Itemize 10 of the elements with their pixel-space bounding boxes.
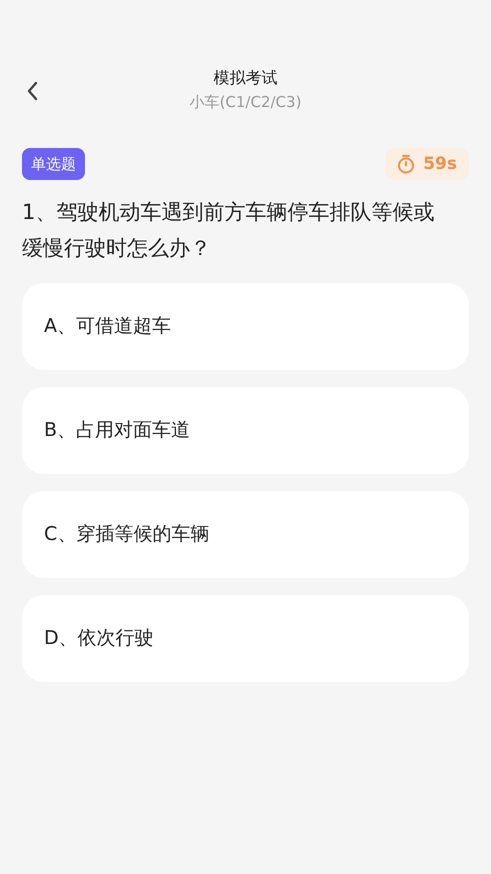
page-subtitle: 小车(C1/C2/C3): [190, 92, 302, 113]
answer-option[interactable]: A、可借道超车: [22, 283, 469, 370]
answer-option[interactable]: B、占用对面车道: [22, 387, 469, 474]
question-type-tag: 单选题: [22, 148, 85, 180]
answer-option[interactable]: D、依次行驶: [22, 595, 469, 682]
page-title: 模拟考试: [214, 67, 278, 89]
question-text: 1、驾驶机动车遇到前方车辆停车排队等候或缓慢行驶时怎么办？: [22, 199, 436, 262]
stopwatch-icon: [397, 154, 416, 174]
answer-option[interactable]: C、穿插等候的车辆: [22, 491, 469, 578]
timer: 59s: [385, 148, 469, 180]
